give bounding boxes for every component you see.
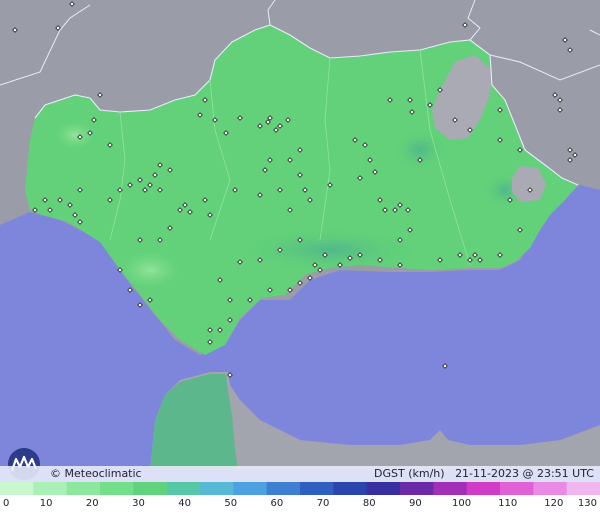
scale-tick: 30 [132,498,145,509]
ramp-segment [0,482,34,495]
scale-tick: 120 [544,498,564,509]
scale-tick: 80 [362,498,376,509]
ramp-segment [166,482,201,495]
scale-tick: 40 [178,498,191,509]
ramp-segment [533,482,568,495]
ramp-segment [566,482,600,495]
scale-tick: 110 [498,498,518,509]
ramp-segment [33,482,68,495]
scale-tick: 0 [3,498,10,509]
scale-tick: 70 [316,498,330,509]
ramp-segment [500,482,534,495]
ramp-segment [433,482,468,495]
ramp-segment [466,482,501,495]
color-ramp [0,482,600,495]
scale-tick: 60 [270,498,284,509]
ramp-segment [266,482,301,495]
scale-tick: 90 [409,498,422,509]
ramp-segment [333,482,368,495]
info-bar: © Meteoclimatic DGST (km/h) 21-11-2023 @… [0,466,600,482]
color-scale: 0 10 20 30 40 50 60 70 80 90 100 110 120 130 [0,482,600,517]
info-label: DGST (km/h) 21-11-2023 @ 23:51 UTC [374,467,594,480]
scale-tick: 130 [577,498,597,509]
map-canvas [0,0,600,517]
ramp-segment [366,482,401,495]
ramp-segment [300,482,334,495]
scale-tick: 50 [224,498,238,509]
ramp-segment [100,482,134,495]
brand-label: © Meteoclimatic [50,467,142,480]
scale-tick: 100 [451,498,472,509]
ramp-segment [66,482,101,495]
ramp-segment [200,482,234,495]
variable-label: DGST (km/h) [374,467,445,480]
scale-tick: 10 [39,498,53,509]
ramp-segment [400,482,434,495]
datetime-label: 21-11-2023 @ 23:51 UTC [455,467,594,480]
ramp-segment [233,482,268,495]
ramp-segment [133,482,168,495]
scale-tick: 20 [85,498,99,509]
